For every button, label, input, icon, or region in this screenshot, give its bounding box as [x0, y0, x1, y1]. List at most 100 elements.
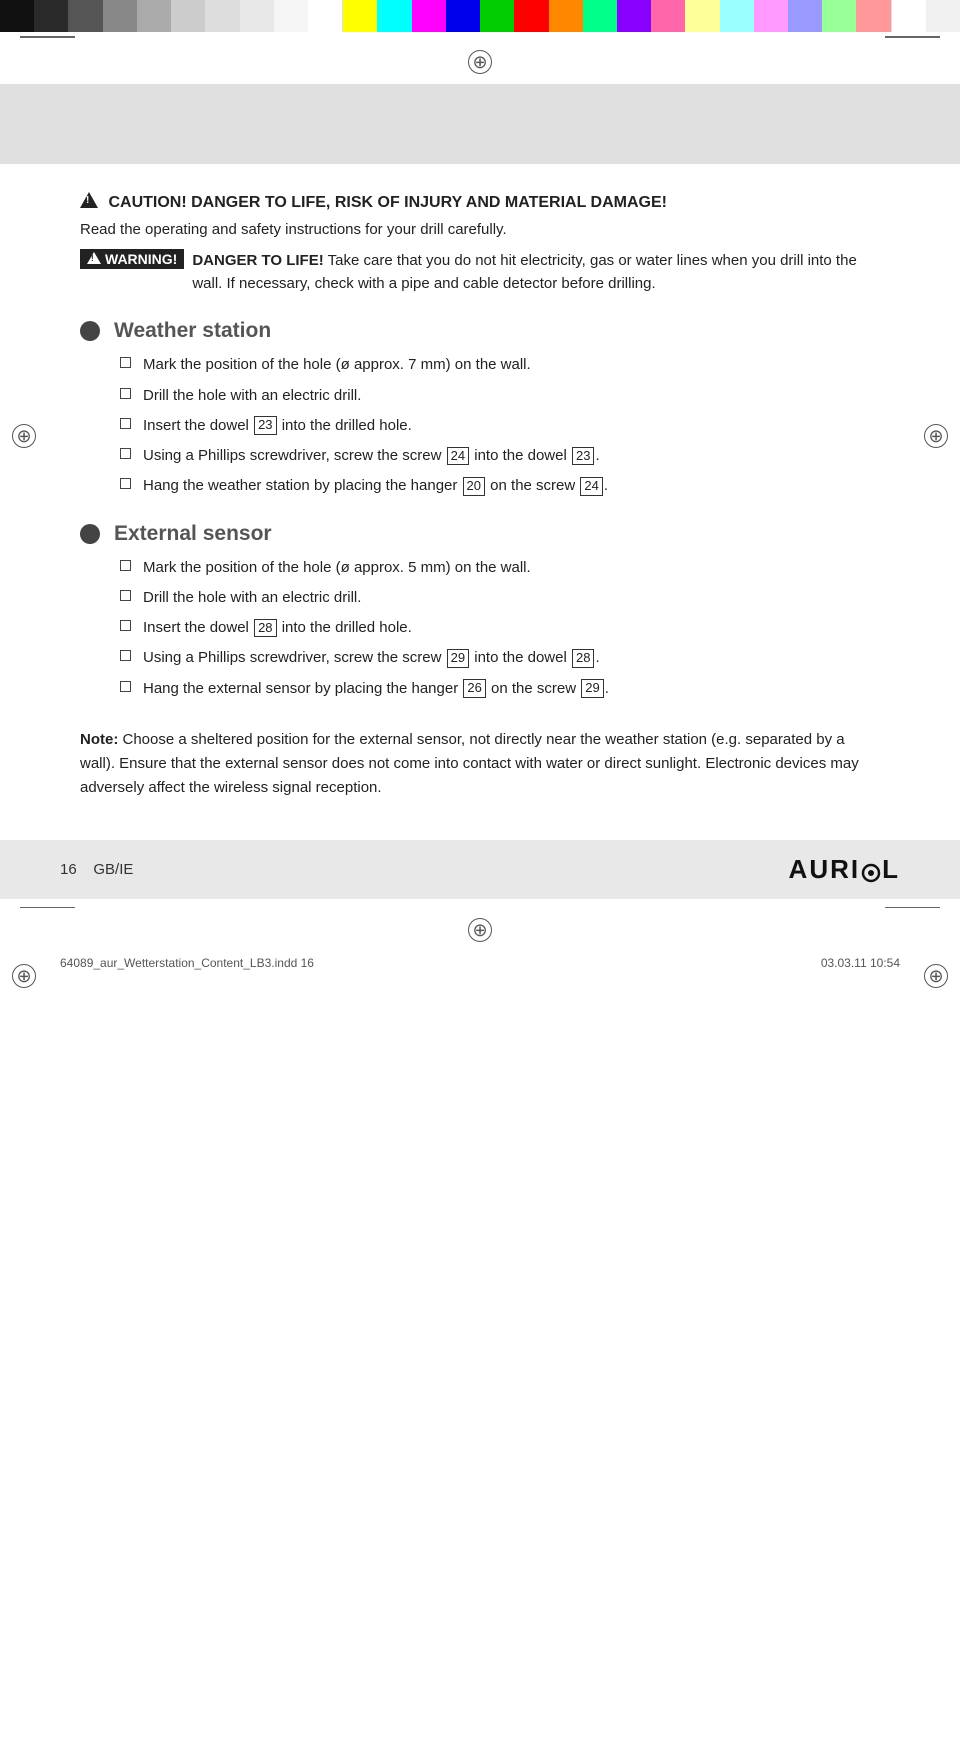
content-wrapper: ⊕ ⊕ ⊕ ⊕ CAUTION! DANGER TO LIFE, RISK OF…	[0, 164, 960, 820]
ref-box-24a: 24	[447, 447, 469, 466]
list-item: Insert the dowel 23 into the drilled hol…	[120, 414, 880, 437]
weather-station-header: Weather station	[80, 319, 880, 343]
square-bullet-icon	[120, 650, 131, 661]
square-bullet-icon	[120, 357, 131, 368]
ws-item-5: Hang the weather station by placing the …	[143, 474, 608, 497]
left-reg-mark-mid: ⊕	[12, 964, 36, 988]
footer-bar: 16 GB/IE AURI L	[0, 840, 960, 899]
list-item: Drill the hole with an electric drill.	[120, 384, 880, 407]
swatch-magenta	[412, 0, 446, 32]
swatch-green	[480, 0, 514, 32]
external-sensor-bullet	[80, 524, 100, 544]
ref-box-28b: 28	[572, 649, 594, 668]
left-reg-cross-mid: ⊕	[16, 967, 31, 985]
swatch-blue	[446, 0, 480, 32]
swatch-white2	[926, 0, 960, 32]
square-bullet-icon	[120, 478, 131, 489]
es-item-1: Mark the position of the hole (ø approx.…	[143, 556, 531, 579]
square-bullet-icon	[120, 448, 131, 459]
caution-body: Read the operating and safety instructio…	[80, 218, 880, 241]
list-item: Hang the weather station by placing the …	[120, 474, 880, 497]
es-item-5: Hang the external sensor by placing the …	[143, 677, 609, 700]
warning-title-text: DANGER TO LIFE!	[192, 252, 323, 269]
logo-text-auri: AURI	[789, 854, 861, 884]
swatch-5	[137, 0, 171, 32]
swatch-1	[0, 0, 34, 32]
warning-box: WARNING! DANGER TO LIFE! Take care that …	[80, 249, 880, 296]
list-item: Drill the hole with an electric drill.	[120, 586, 880, 609]
top-reg-mark-container: ⊕	[0, 42, 960, 84]
weather-station-title: Weather station	[114, 319, 271, 343]
square-bullet-icon	[120, 388, 131, 399]
square-bullet-icon	[120, 590, 131, 601]
left-reg-circle: ⊕	[12, 424, 36, 448]
main-content: CAUTION! DANGER TO LIFE, RISK OF INJURY …	[0, 164, 960, 820]
caution-title: CAUTION! DANGER TO LIFE, RISK OF INJURY …	[80, 194, 880, 212]
list-item: Using a Phillips screwdriver, screw the …	[120, 444, 880, 467]
external-sensor-header: External sensor	[80, 522, 880, 546]
ws-item-4: Using a Phillips screwdriver, screw the …	[143, 444, 600, 467]
bottom-right-line	[885, 907, 940, 909]
ref-box-20: 20	[463, 477, 485, 496]
square-bullet-icon	[120, 620, 131, 631]
right-reg-circle-top: ⊕	[924, 424, 948, 448]
weather-station-list: Mark the position of the hole (ø approx.…	[80, 353, 880, 497]
bottom-reg-mark: ⊕	[468, 918, 492, 942]
swatch-lt-cyan	[720, 0, 754, 32]
bottom-bar: 64089_aur_Wetterstation_Content_LB3.indd…	[0, 950, 960, 976]
swatch-2	[34, 0, 68, 32]
ref-box-28a: 28	[254, 619, 276, 638]
square-bullet-icon	[120, 681, 131, 692]
top-left-line	[20, 36, 75, 38]
top-right-line	[885, 36, 940, 38]
footer-logo: AURI L	[789, 854, 900, 885]
warning-triangle-icon	[87, 252, 101, 264]
ws-item-2: Drill the hole with an electric drill.	[143, 384, 361, 407]
swatch-orange	[549, 0, 583, 32]
swatch-7	[205, 0, 239, 32]
right-reg-cross-mid: ⊕	[928, 967, 943, 985]
swatch-lt-magenta	[754, 0, 788, 32]
list-item: Mark the position of the hole (ø approx.…	[120, 556, 880, 579]
external-sensor-title: External sensor	[114, 522, 272, 546]
right-reg-circle-mid: ⊕	[924, 964, 948, 988]
bottom-reg-area: ⊕	[0, 899, 960, 951]
top-reg-cross: ⊕	[472, 53, 487, 71]
note-block: Note: Choose a sheltered position for th…	[80, 728, 880, 800]
gray-header-band	[0, 84, 960, 164]
caution-block: CAUTION! DANGER TO LIFE, RISK OF INJURY …	[80, 194, 880, 296]
swatch-mint	[583, 0, 617, 32]
footer-page-info: 16 GB/IE	[60, 861, 133, 878]
list-item: Hang the external sensor by placing the …	[120, 677, 880, 700]
list-item: Mark the position of the hole (ø approx.…	[120, 353, 880, 376]
weather-station-bullet	[80, 321, 100, 341]
swatch-purple	[617, 0, 651, 32]
footer-page-number: 16	[60, 861, 77, 878]
reg-area-top: ⊕	[0, 32, 960, 84]
swatch-4	[103, 0, 137, 32]
warning-text: DANGER TO LIFE! Take care that you do no…	[192, 249, 880, 296]
external-sensor-list: Mark the position of the hole (ø approx.…	[80, 556, 880, 700]
es-item-2: Drill the hole with an electric drill.	[143, 586, 361, 609]
right-reg-cross-top: ⊕	[928, 427, 943, 445]
note-body: Choose a sheltered position for the exte…	[80, 731, 859, 796]
warning-label-text: WARNING!	[105, 251, 177, 267]
left-reg-mark: ⊕	[12, 424, 36, 448]
swatch-white1	[891, 0, 926, 32]
caution-triangle-icon	[80, 192, 98, 208]
swatch-9	[274, 0, 308, 32]
swatch-8	[240, 0, 274, 32]
square-bullet-icon	[120, 418, 131, 429]
bottom-reg-mark-container: ⊕	[0, 912, 960, 950]
ref-box-24b: 24	[580, 477, 602, 496]
caution-title-text: CAUTION! DANGER TO LIFE, RISK OF INJURY …	[108, 194, 667, 211]
bottom-reg-cross: ⊕	[472, 921, 487, 939]
logo-text-l: L	[882, 854, 900, 884]
left-reg-cross: ⊕	[16, 427, 31, 445]
ref-box-23a: 23	[254, 416, 276, 435]
ref-box-23b: 23	[572, 447, 594, 466]
swatch-lt-blue	[788, 0, 822, 32]
swatch-lt-green	[822, 0, 856, 32]
logo-o-circle	[861, 859, 881, 879]
ref-box-29b: 29	[581, 679, 603, 698]
